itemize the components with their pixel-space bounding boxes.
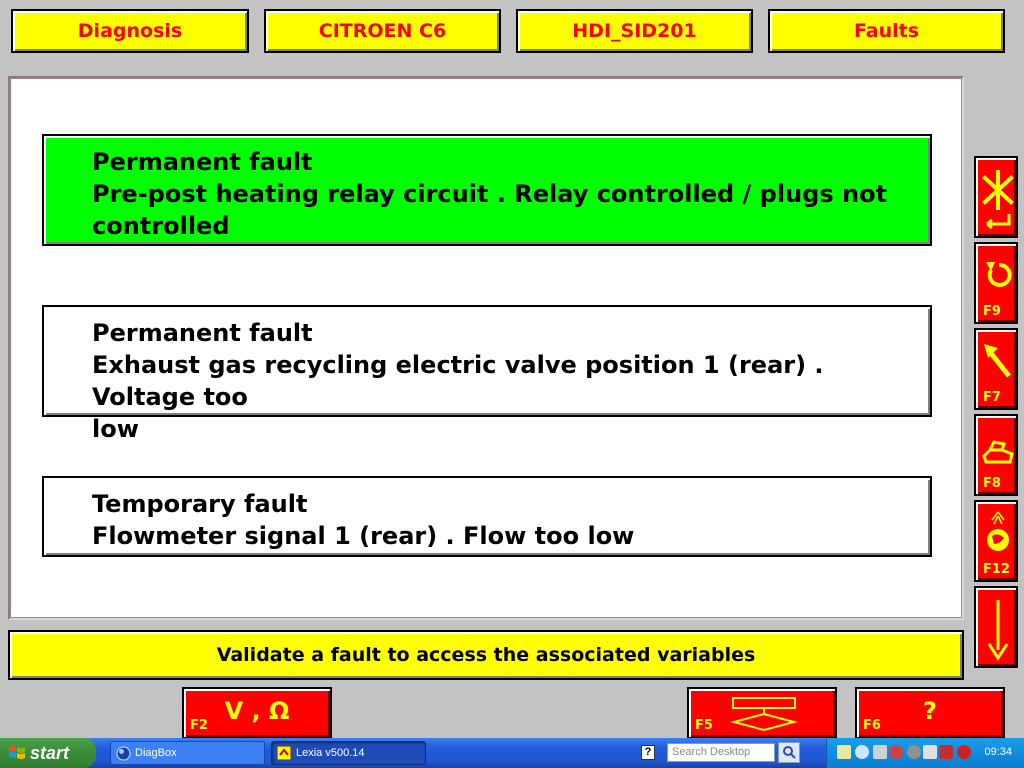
task-diagbox[interactable]: DiagBox (110, 741, 265, 765)
windows-logo-icon (9, 746, 25, 759)
tray-volume-icon[interactable] (907, 745, 921, 759)
globe-fkey: F12 (983, 562, 1010, 577)
globe-icon (987, 511, 1009, 551)
print-button[interactable]: F8 (974, 414, 1018, 496)
lexia-app-icon (277, 746, 291, 760)
measure-fkey: F2 (190, 718, 208, 733)
globe-button[interactable]: F12 (974, 500, 1018, 582)
help-button[interactable]: ? F6 (855, 687, 1005, 739)
measure-button[interactable]: V , Ω F2 (182, 687, 332, 739)
fault-item-3[interactable]: Temporary fault Flowmeter signal 1 (rear… (42, 476, 932, 557)
task-diagbox-label: DiagBox (135, 747, 177, 759)
fault-2-desc-line2: low (92, 415, 139, 443)
system-tray: 09:34 (826, 738, 1024, 768)
down-arrow-icon (987, 600, 1009, 661)
validate-button[interactable] (974, 156, 1018, 238)
help-fkey: F6 (863, 718, 881, 733)
refresh-icon (986, 262, 1012, 287)
scroll-down-button[interactable] (974, 586, 1018, 668)
printer-icon (982, 440, 1014, 464)
ecu-label: HDI_SID201 (572, 20, 697, 42)
tray-network-icon[interactable] (873, 745, 887, 759)
fault-item-2[interactable]: Permanent fault Exhaust gas recycling el… (42, 305, 932, 443)
fault-2-desc-line1: Exhaust gas recycling electric valve pos… (92, 351, 824, 411)
vehicle-label-button[interactable]: CITROEN C6 (264, 9, 501, 53)
flowchart-button[interactable]: F5 (687, 687, 837, 739)
help-icon[interactable]: ? (641, 745, 655, 760)
refresh-fkey: F9 (983, 304, 1001, 319)
back-fkey: F7 (983, 390, 1001, 405)
start-button[interactable]: start (0, 738, 96, 768)
search-button[interactable] (778, 742, 800, 763)
search-desktop-input[interactable]: Search Desktop (667, 743, 775, 762)
refresh-button[interactable]: F9 (974, 242, 1018, 324)
task-lexia[interactable]: Lexia v500.14 (271, 741, 426, 765)
fault-3-desc-line1: Flowmeter signal 1 (rear) . Flow too low (92, 522, 635, 550)
fault-2-type: Permanent fault (92, 319, 313, 347)
clock: 09:34 (984, 746, 1012, 758)
fault-list-panel: Permanent fault Pre-post heating relay c… (8, 76, 964, 620)
tray-app-icon[interactable] (837, 745, 851, 759)
tray-ati-icon[interactable] (939, 745, 953, 759)
ecu-label-button[interactable]: HDI_SID201 (516, 9, 753, 53)
diagbox-app-icon (116, 746, 131, 761)
fault-3-type: Temporary fault (92, 490, 308, 518)
vehicle-label: CITROEN C6 (318, 20, 447, 42)
validate-star-enter-icon (982, 170, 1014, 230)
back-button[interactable]: F7 (974, 328, 1018, 410)
flowchart-fkey: F5 (695, 718, 713, 733)
fault-1-type: Permanent fault (92, 148, 313, 176)
tab-faults[interactable]: Faults (768, 9, 1005, 53)
status-message-bar: Validate a fault to access the associate… (8, 630, 964, 680)
fault-item-1[interactable]: Permanent fault Pre-post heating relay c… (42, 134, 932, 246)
tab-faults-label: Faults (853, 20, 920, 42)
search-icon (783, 746, 796, 759)
start-label: start (30, 742, 70, 763)
fault-1-desc-line1: Pre-post heating relay circuit . Relay c… (92, 180, 888, 208)
tray-monitor-icon[interactable] (923, 745, 937, 759)
tab-diagnosis[interactable]: Diagnosis (11, 9, 249, 53)
fault-1-desc-line2: controlled (92, 212, 230, 240)
print-fkey: F8 (983, 476, 1001, 491)
taskbar: start DiagBox Lexia v500.14 ? Search Des… (0, 738, 1024, 768)
flowchart-icon (730, 697, 798, 732)
tab-diagnosis-label: Diagnosis (77, 20, 183, 42)
status-message: Validate a fault to access the associate… (216, 644, 756, 666)
back-arrow-icon (984, 344, 1011, 378)
tray-antivirus-icon[interactable] (957, 745, 971, 759)
tray-search-icon[interactable] (855, 745, 869, 759)
tray-security-icon[interactable] (889, 745, 903, 759)
task-lexia-label: Lexia v500.14 (296, 747, 365, 759)
